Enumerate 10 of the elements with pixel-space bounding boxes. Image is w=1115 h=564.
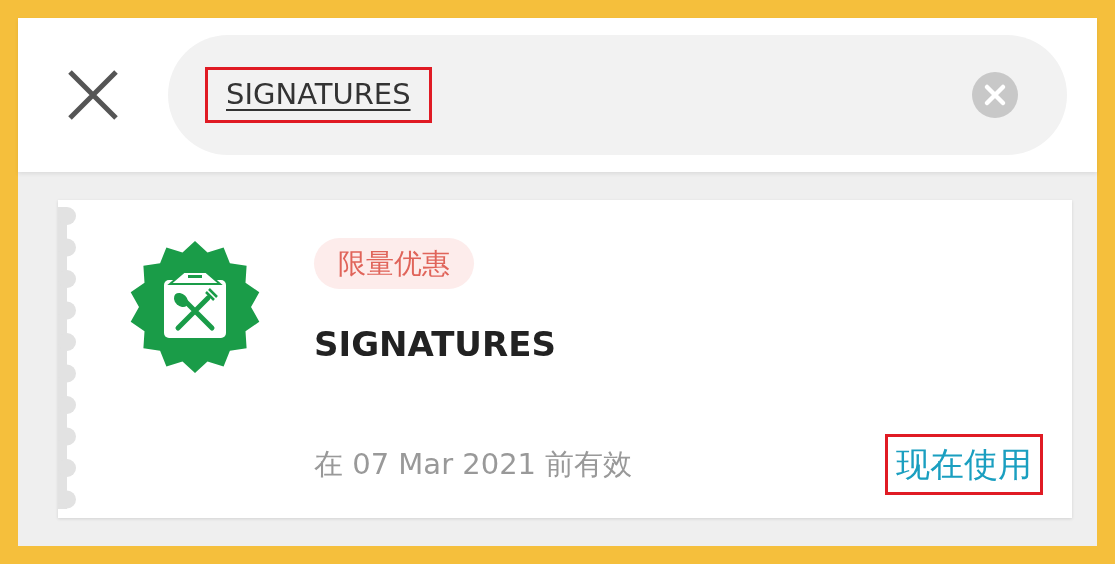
voucher-title: SIGNATURES: [314, 323, 557, 367]
expiry-text: 在 07 Mar 2021 前有效: [314, 445, 633, 483]
search-text: SIGNATURES: [208, 70, 429, 120]
search-field[interactable]: SIGNATURES: [168, 35, 1067, 155]
close-icon: [66, 68, 120, 122]
close-button[interactable]: [66, 68, 120, 122]
offer-tag: 限量优惠: [314, 238, 474, 290]
voucher-card[interactable]: 限量优惠 SIGNATURES 在 07 Mar 2021 前有效 现在使用: [58, 200, 1072, 518]
meal-box-icon: [128, 240, 262, 374]
clear-icon: [971, 71, 1019, 119]
